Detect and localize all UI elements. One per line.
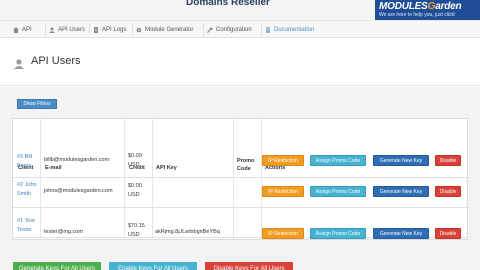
logo-brand-m: M [379,1,388,12]
credit-cell: $70.15 USD [128,223,145,238]
disable-keys-all-button[interactable]: Disable Keys For All Users [205,262,293,270]
nav-item-documentation[interactable]: Documentation [265,25,314,35]
generate-new-key-button[interactable]: Generate New Key [373,155,429,166]
nav-item-module-generator[interactable]: Module Generator [136,25,193,35]
nav-divider [203,24,204,36]
top-bar: Domains Reseller MODULESGarden We are he… [0,0,480,20]
logo-brand: MODULESGarden [379,1,462,12]
ip-restriction-button[interactable]: IP Restriction [262,228,304,239]
wrench-icon [207,27,213,33]
row-divider [13,207,469,208]
row-divider [13,177,469,178]
nav-bar: API API Users API Logs Module Generator … [0,20,480,38]
page-header: API Users [0,38,480,86]
disable-button[interactable]: Disable [435,186,461,197]
email-cell: billb@modulesgarden.com [44,157,110,163]
assign-promo-code-button[interactable]: Assign Promo Code [310,228,366,239]
nav-label-api-users: API Users [58,27,86,33]
credit-cell: $0.00 USD [128,153,142,168]
gear-icon [136,27,142,33]
logs-icon [93,27,99,33]
email-cell: johns@modulesgarden.com [44,188,113,194]
nav-item-api-logs[interactable]: API Logs [93,25,126,35]
column-divider [124,119,125,241]
nav-item-configuration[interactable]: Configuration [207,25,252,35]
disable-button[interactable]: Disable [435,155,461,166]
users-icon [49,27,55,33]
api-key-cell: akRjmg.8jJLwfsbgnBeYBq [155,229,220,235]
email-cell: tester@mg.com [44,229,83,235]
user-icon [14,56,24,69]
nav-divider [261,24,262,36]
column-header-promo-code: Promo Code [237,158,255,172]
nav-label-configuration: Configuration [216,27,252,33]
modulesgarden-logo[interactable]: MODULESGarden We are here to help you, j… [375,0,480,20]
assign-promo-code-button[interactable]: Assign Promo Code [310,186,366,197]
nav-item-api-users[interactable]: API Users [49,25,85,35]
doc-icon [265,27,271,33]
nav-divider [132,24,133,36]
generate-keys-all-button[interactable]: Generate Keys For All Users [13,262,101,270]
column-divider [40,119,41,241]
app-title: Domains Reseller [186,0,270,8]
ip-restriction-button[interactable]: IP Restriction [262,186,304,197]
logo-tagline: We are here to help you, just click! [379,12,456,18]
nav-label-api-logs: API Logs [102,27,127,33]
generate-new-key-button[interactable]: Generate New Key [373,186,429,197]
logo-brand-arden: arden [435,1,462,12]
show-filters-button[interactable]: Show Filters [17,99,57,109]
page-title: API Users [31,55,81,67]
client-link[interactable]: #3 Bill Bears [17,153,39,171]
nav-item-api[interactable]: API [13,25,32,35]
column-divider [233,119,234,241]
nav-label-module-generator: Module Generator [145,27,194,33]
main-content: Show Filters Client E-mail Credit API Ke… [0,87,480,270]
column-header-api-key: API Key [156,165,177,171]
client-link[interactable]: #1 Test Tester [17,217,39,235]
column-header-email: E-mail [45,165,62,171]
column-divider [261,119,262,241]
ip-restriction-button[interactable]: IP Restriction [262,155,304,166]
nav-divider [45,24,46,36]
credit-cell: $0.00 USD [128,183,142,198]
generate-new-key-button[interactable]: Generate New Key [373,228,429,239]
enable-keys-all-button[interactable]: Enable Keys For All Users [109,262,197,270]
column-divider [152,119,153,241]
nav-label-documentation: Documentation [274,27,315,33]
nav-label-api: API [22,27,32,33]
nav-divider [89,24,90,36]
client-link[interactable]: #2 John Smith [17,181,39,199]
assign-promo-code-button[interactable]: Assign Promo Code [310,155,366,166]
disable-button[interactable]: Disable [435,228,461,239]
home-icon [13,27,19,33]
api-users-table: Client E-mail Credit API Key Promo Code … [12,118,469,241]
logo-brand-odules: ODULES [387,1,428,12]
